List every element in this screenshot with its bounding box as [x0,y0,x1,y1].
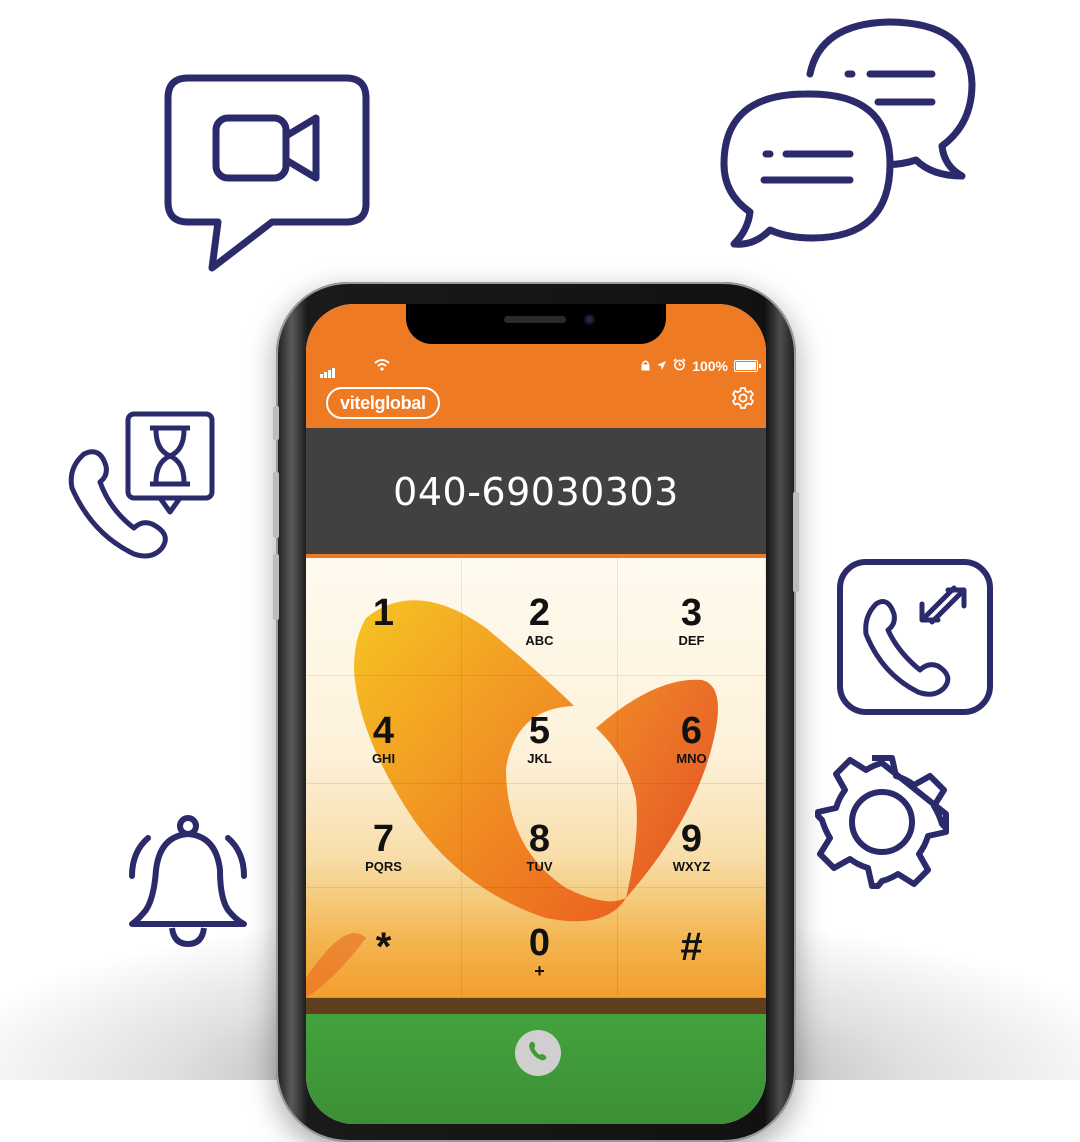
key-digit: 2 [528,592,551,634]
key-digit: * [375,925,392,969]
key-letters: MNO [676,751,707,766]
signal-icon [320,362,336,378]
phone-icon [526,1039,550,1068]
key-5[interactable]: 5 JKL [462,676,618,784]
key-star[interactable]: * [306,888,462,998]
key-digit: 5 [528,710,551,752]
key-digit: 4 [372,710,395,752]
video-chat-icon [160,72,374,272]
key-8[interactable]: 8 TUV [462,784,618,888]
key-letters: TUV [526,859,553,874]
key-7[interactable]: 7 PQRS [306,784,462,888]
key-2[interactable]: 2 ABC [462,558,618,676]
key-0[interactable]: 0 + [462,888,618,998]
call-button[interactable] [515,1030,561,1076]
key-digit: 1 [372,592,395,634]
key-letters: WXYZ [672,859,711,874]
key-letters: PQRS [365,859,402,874]
dialed-number-display: 040-69030303 [306,428,766,558]
key-9[interactable]: 9 WXYZ [618,784,766,888]
key-1[interactable]: 1 [306,558,462,676]
battery-icon [734,360,761,372]
key-letters: ABC [525,633,554,648]
key-3[interactable]: 3 DEF [618,558,766,676]
power-button [793,492,799,592]
volume-up-button [273,472,279,538]
speaker-grille [504,316,566,323]
bell-icon [124,812,252,952]
smartphone-device: 100% vitelglobal 040-69030303 1 2 ABC 3 … [273,282,799,1142]
notch [406,304,666,344]
dialed-number: 040-69030303 [393,470,679,514]
key-4[interactable]: 4 GHI [306,676,462,784]
key-letters: JKL [527,751,552,766]
call-bar [306,1014,766,1124]
gear-icon [812,752,952,892]
key-letters: DEF [678,633,705,648]
key-digit: 6 [680,710,703,752]
key-digit: 7 [372,818,395,860]
call-waiting-icon [62,410,222,566]
divider-strip [306,998,766,1014]
keypad-grid: 1 2 ABC 3 DEF 4 GHI 5 JKL 6 MNO 7 PQRS 8 TUV 9W… [306,558,766,998]
vitelglobal-logo: vitelglobal [326,387,440,419]
phone-screen: 100% vitelglobal 040-69030303 1 2 ABC 3 … [306,304,766,1124]
key-digit: 8 [528,818,551,860]
call-transfer-icon [836,558,996,718]
front-camera [584,314,595,325]
key-digit: 0 [528,922,551,964]
key-digit: # [680,925,703,969]
key-letters: GHI [371,751,396,766]
location-arrow-icon [656,358,667,374]
alarm-icon [673,358,686,374]
key-6[interactable]: 6 MNO [618,676,766,784]
battery-percent: 100% [692,358,728,374]
chat-bubbles-icon [718,16,980,248]
key-letters: + [534,961,545,981]
lock-icon [641,358,650,374]
mute-switch [273,406,279,440]
key-hash[interactable]: # [618,888,766,998]
status-bar: 100% [306,356,766,378]
settings-gear-icon[interactable] [730,386,756,417]
key-digit: 3 [680,592,703,634]
dialpad: 1 2 ABC 3 DEF 4 GHI 5 JKL 6 MNO 7 PQRS 8 TUV 9W… [306,558,766,998]
key-digit: 9 [680,818,703,860]
wifi-icon [374,358,390,374]
volume-down-button [273,554,279,620]
